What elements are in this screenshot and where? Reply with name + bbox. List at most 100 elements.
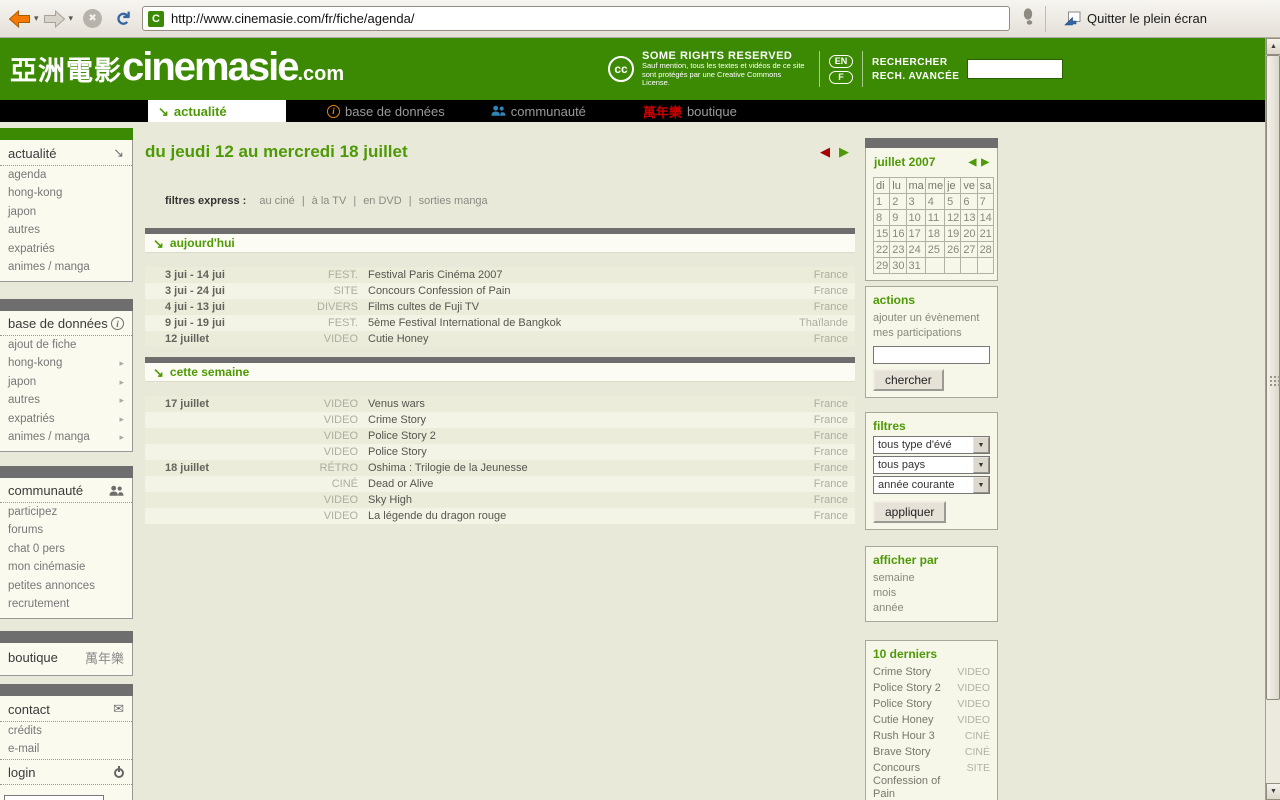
calendar-day[interactable]: 19 [945,226,961,242]
calendar-day[interactable] [961,258,977,274]
event-title-link[interactable]: Police Story 2 [358,430,765,442]
recent-title-link[interactable]: Brave Story [873,746,959,759]
sidebar-item-db-animes-manga[interactable]: animes / manga▸ [0,429,132,448]
calendar-day[interactable]: 8 [874,210,890,226]
recherche-avancee-link[interactable]: RECH. AVANCÉE [872,71,959,82]
calendar-day[interactable]: 15 [874,226,890,242]
calendar-day[interactable]: 17 [906,226,925,242]
sidebar-item-petites-annonces[interactable]: petites annonces [0,577,132,596]
calendar-day[interactable] [977,258,993,274]
calendar-day[interactable]: 26 [945,242,961,258]
scroll-up-button[interactable]: ▲ [1266,38,1280,55]
calendar-day[interactable]: 16 [890,226,906,242]
calendar-day[interactable]: 25 [925,242,944,258]
year-select[interactable]: année courante ▼ [873,476,990,494]
filter-en-dvd-link[interactable]: en DVD [363,195,402,207]
event-type-select[interactable]: tous type d'évé ▼ [873,436,990,454]
calendar-day[interactable]: 31 [906,258,925,274]
display-week-link[interactable]: semaine [873,570,990,585]
calendar-day[interactable]: 22 [874,242,890,258]
calendar-day[interactable]: 18 [925,226,944,242]
forward-button[interactable] [43,10,66,28]
my-participations-link[interactable]: mes participations [873,325,990,340]
event-title-link[interactable]: 5ème Festival International de Bangkok [358,317,765,329]
sidebar-item-hong-kong[interactable]: hong-kong [0,185,132,204]
lang-en-button[interactable]: EN [829,55,853,68]
calendar-day[interactable]: 30 [890,258,906,274]
country-select[interactable]: tous pays ▼ [873,456,990,474]
sidebar-item-japon[interactable]: japon [0,203,132,222]
scrollbar-thumb[interactable] [1266,55,1280,700]
calendar-day[interactable]: 1 [874,194,890,210]
creative-commons-icon[interactable]: cc [608,56,634,82]
display-year-link[interactable]: année [873,600,990,615]
sidebar-actualite-header[interactable]: actualité ↘ [0,140,132,166]
calendar-day[interactable]: 13 [961,210,977,226]
calendar-day[interactable]: 20 [961,226,977,242]
calendar-day[interactable]: 28 [977,242,993,258]
scroll-down-button[interactable]: ▼ [1266,783,1280,800]
site-logo[interactable]: 亞洲電影cinemasie.com [10,47,344,88]
url-text[interactable]: http://www.cinemasie.com/fr/fiche/agenda… [171,11,415,26]
previous-period-arrow-icon[interactable]: ◀ [820,144,830,160]
filter-a-la-tv-link[interactable]: à la TV [312,195,347,207]
calendar-day[interactable]: 12 [945,210,961,226]
tab-base-de-donnees[interactable]: i base de données [327,100,445,122]
header-search-input[interactable] [967,59,1063,79]
sidebar-item-db-autres[interactable]: autres▸ [0,392,132,411]
calendar-day[interactable]: 5 [945,194,961,210]
sidebar-communaute-header[interactable]: communauté [0,478,132,503]
recent-title-link[interactable]: Police Story 2 [873,682,957,695]
display-month-link[interactable]: mois [873,585,990,600]
event-title-link[interactable]: Oshima : Trilogie de la Jeunesse [358,462,765,474]
event-title-link[interactable]: Police Story [358,446,765,458]
tab-boutique[interactable]: 萬年樂 boutique [643,100,737,122]
sidebar-item-db-japon[interactable]: japon▸ [0,373,132,392]
calendar-day[interactable]: 11 [925,210,944,226]
calendar-day[interactable]: 9 [890,210,906,226]
sidebar-item-agenda[interactable]: agenda [0,166,132,185]
back-button[interactable] [8,10,31,28]
calendar-day[interactable]: 27 [961,242,977,258]
calendar-day[interactable]: 2 [890,194,906,210]
calendar-prev-arrow-icon[interactable]: ◀ [969,157,977,168]
tab-communaute[interactable]: communauté [491,100,586,122]
calendar-day[interactable]: 4 [925,194,944,210]
sidebar-contact-header[interactable]: contact ✉ [0,696,132,722]
filter-sorties-manga-link[interactable]: sorties manga [419,195,488,207]
calendar-next-arrow-icon[interactable]: ▶ [981,157,989,168]
calendar-day[interactable]: 6 [961,194,977,210]
sidebar-item-email[interactable]: e-mail [0,741,132,760]
sidebar-item-forums[interactable]: forums [0,522,132,541]
tab-actualite[interactable]: ↘ actualité [148,100,286,122]
recent-title-link[interactable]: Rush Hour 3 [873,730,959,743]
sidebar-item-db-expatries[interactable]: expatriés▸ [0,410,132,429]
sidebar-item-credits[interactable]: crédits [0,722,132,741]
sidebar-item-participez[interactable]: participez [0,503,132,522]
sidebar-boutique-header[interactable]: boutique 萬年樂 [0,643,132,671]
recent-title-link[interactable]: Cutie Honey [873,714,957,727]
url-bar[interactable]: C http://www.cinemasie.com/fr/fiche/agen… [142,6,1010,31]
calendar-day[interactable]: 7 [977,194,993,210]
sidebar-item-ajout-de-fiche[interactable]: ajout de fiche [0,336,132,355]
event-title-link[interactable]: Concours Confession of Pain [358,285,765,297]
recent-title-link[interactable]: Police Story [873,698,957,711]
next-period-arrow-icon[interactable]: ▶ [839,144,849,160]
sidebar-item-animes-manga[interactable]: animes / manga [0,259,132,278]
sidebar-item-recrutement[interactable]: recrutement [0,596,132,615]
sidebar-item-db-hong-kong[interactable]: hong-kong▸ [0,355,132,374]
sidebar-item-expatries[interactable]: expatriés [0,240,132,259]
calendar-day[interactable] [945,258,961,274]
exit-fullscreen-button[interactable]: Quitter le plein écran [1056,8,1215,29]
add-event-link[interactable]: ajouter un évènement [873,310,990,325]
sidebar-item-chat[interactable]: chat 0 pers [0,540,132,559]
reload-button[interactable]: ↻ [111,11,134,27]
rechercher-link[interactable]: RECHERCHER [872,57,959,68]
back-dropdown-caret-icon[interactable]: ▾ [34,13,39,24]
chercher-button[interactable]: chercher [873,369,944,391]
stop-button[interactable]: ✖ [83,9,102,28]
event-title-link[interactable]: Venus wars [358,398,765,410]
sidebar-base-header[interactable]: base de données i [0,311,132,336]
login-input[interactable] [4,795,104,800]
vertical-scrollbar[interactable]: ▲ ▼ [1265,38,1280,800]
